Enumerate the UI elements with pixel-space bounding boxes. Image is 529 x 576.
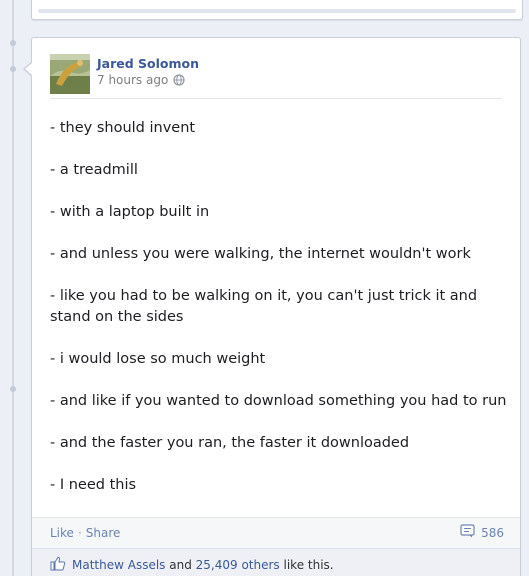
action-links: Like · Share (50, 526, 120, 540)
card-pointer-inner (25, 63, 32, 75)
like-link[interactable]: Like (50, 526, 74, 540)
post-line: - and unless you were walking, the inter… (50, 246, 471, 262)
likes-summary: Matthew Assels and 25,409 others like th… (32, 548, 520, 576)
post-line: - they should invent (50, 120, 196, 136)
post-line: - and the faster you ran, the faster it … (50, 435, 410, 451)
timeline-dot (10, 40, 16, 46)
post-line: - a treadmill (50, 162, 138, 178)
timeline-dot (10, 386, 16, 392)
post-line: - and like if you wanted to download som… (50, 393, 507, 409)
globe-icon[interactable] (173, 74, 185, 86)
timeline-page: Jared Solomon 7 hours ago - they should … (0, 0, 529, 576)
comment-count: 586 (481, 525, 504, 540)
post-timestamp[interactable]: 7 hours ago (97, 73, 168, 87)
timeline-dot (10, 66, 16, 72)
likes-connector: and (169, 558, 192, 572)
post-line: - like you had to be walking on it, you … (50, 288, 478, 325)
share-link[interactable]: Share (86, 526, 121, 540)
likes-content: Matthew Assels and 25,409 others like th… (50, 556, 334, 574)
post-meta: 7 hours ago (97, 73, 185, 87)
action-separator: · (77, 526, 82, 540)
comment-icon (460, 524, 476, 541)
liker-name-link[interactable]: Matthew Assels (72, 558, 165, 572)
previous-post-bar (38, 9, 516, 13)
post-body: - they should invent - a treadmill - wit… (50, 118, 508, 517)
timeline-spine (12, 0, 14, 576)
avatar[interactable] (50, 54, 90, 94)
others-link[interactable]: 25,409 others (196, 558, 280, 572)
thumbs-up-icon (50, 556, 66, 574)
author-name[interactable]: Jared Solomon (97, 56, 199, 71)
likes-suffix: like this. (283, 558, 334, 572)
post-line: - i would lose so much weight (50, 351, 266, 367)
comment-count-button[interactable]: 586 (460, 524, 504, 541)
post-header: Jared Solomon 7 hours ago (50, 54, 510, 100)
post-line: - with a laptop built in (50, 204, 210, 220)
header-divider (50, 98, 502, 99)
post-actions-bar: Like · Share 586 (32, 517, 520, 548)
likes-text: Matthew Assels and 25,409 others like th… (72, 558, 334, 572)
previous-post-card (31, 0, 523, 20)
post-card: Jared Solomon 7 hours ago - they should … (31, 37, 521, 576)
post-line: - I need this (50, 477, 137, 493)
